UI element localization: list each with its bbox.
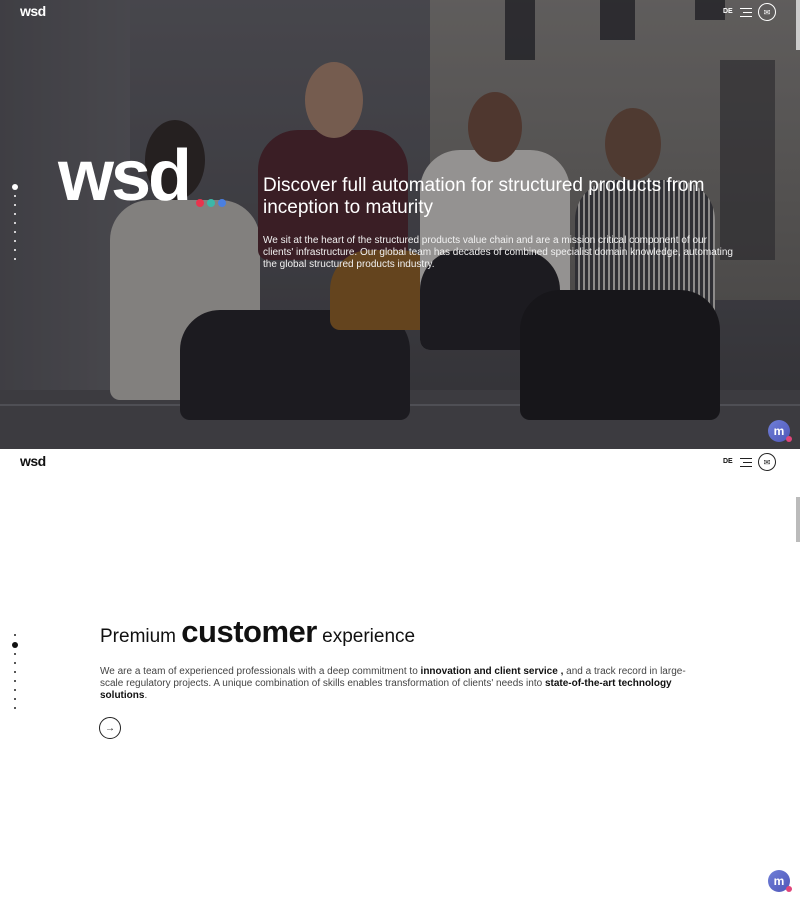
hamburger-menu-icon[interactable] (740, 457, 752, 467)
title-emphasis: customer (181, 614, 317, 649)
side-nav-dot[interactable] (14, 662, 16, 664)
header-logo[interactable]: wsd (20, 3, 46, 19)
text-highlight: innovation and client service , (420, 666, 564, 677)
hero-logo-dots (196, 199, 226, 207)
section-title: Premium customer experience (100, 612, 415, 657)
section-description: We are a team of experienced professiona… (100, 666, 700, 702)
side-nav-dot[interactable] (14, 249, 16, 251)
hero-side-nav (12, 184, 18, 260)
scrollbar-thumb[interactable] (796, 0, 800, 50)
mail-icon[interactable]: ✉ (758, 3, 776, 21)
arrow-right-button[interactable]: → (99, 717, 121, 739)
language-switch[interactable]: DE (723, 458, 733, 465)
section-header: wsd DE ✉ (0, 450, 800, 476)
logo-dot-blue (218, 199, 226, 207)
side-nav-dot[interactable] (14, 698, 16, 700)
side-nav-dot[interactable] (14, 707, 16, 709)
side-nav-dot[interactable] (14, 680, 16, 682)
hero-overlay (0, 0, 800, 449)
side-nav-dot[interactable] (14, 204, 16, 206)
text-part: . (144, 690, 148, 701)
side-nav-dot[interactable] (14, 689, 16, 691)
title-suffix: experience (322, 626, 416, 647)
side-nav-dot[interactable] (14, 634, 16, 636)
side-nav-dot[interactable] (14, 195, 16, 197)
hero-section: wsd Discover full automation for structu… (0, 0, 800, 449)
section-side-nav (12, 634, 18, 709)
text-part: We are a team of experienced professiona… (100, 666, 421, 677)
header-logo[interactable]: wsd (20, 453, 46, 469)
mail-icon[interactable]: ✉ (758, 453, 776, 471)
logo-dot-red (196, 199, 204, 207)
hero-title: Discover full automation for structured … (263, 175, 705, 218)
side-nav-dot[interactable] (14, 653, 16, 655)
hero-header: wsd DE ✉ (0, 0, 800, 26)
side-nav-dot-active[interactable] (12, 642, 18, 648)
side-nav-dot[interactable] (14, 671, 16, 673)
logo-dot-teal (207, 199, 215, 207)
side-nav-dot[interactable] (14, 231, 16, 233)
side-nav-dot[interactable] (14, 258, 16, 260)
title-prefix: Premium (100, 626, 177, 647)
chat-widget-button[interactable]: m (768, 420, 792, 442)
hero-description: We sit at the heart of the structured pr… (263, 235, 733, 270)
hamburger-menu-icon[interactable] (740, 7, 752, 17)
hero-logo: wsd (58, 136, 192, 216)
side-nav-dot-active[interactable] (12, 184, 18, 190)
chat-widget-button[interactable]: m (768, 870, 792, 892)
side-nav-dot[interactable] (14, 213, 16, 215)
side-nav-dot[interactable] (14, 240, 16, 242)
side-nav-dot[interactable] (14, 222, 16, 224)
language-switch[interactable]: DE (723, 8, 733, 15)
scrollbar-thumb[interactable] (796, 497, 800, 542)
